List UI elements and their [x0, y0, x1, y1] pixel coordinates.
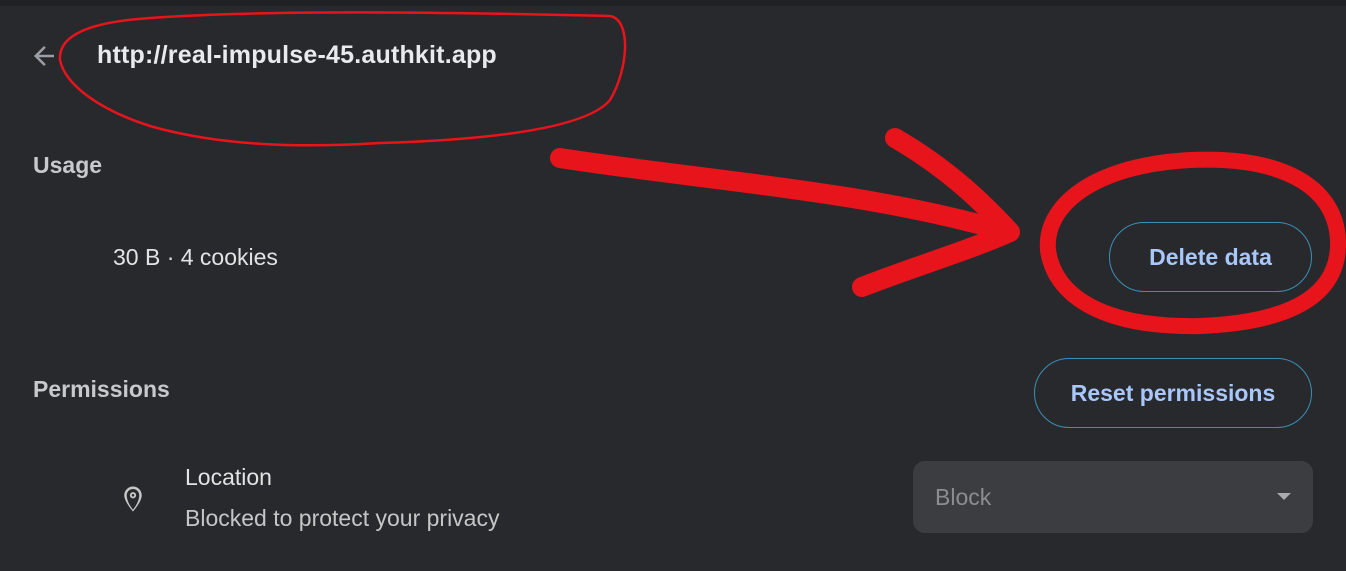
usage-heading: Usage — [33, 152, 103, 178]
permission-row-location: Location Blocked to protect your privacy… — [0, 455, 1346, 555]
back-button[interactable] — [26, 38, 62, 74]
permission-label: Location — [185, 464, 272, 490]
location-permission-select[interactable]: Block — [913, 461, 1313, 533]
delete-data-button[interactable]: Delete data — [1109, 222, 1312, 292]
chevron-down-icon — [1277, 493, 1291, 500]
site-url-title: http://real-impulse-45.authkit.app — [97, 41, 497, 69]
top-strip — [0, 0, 1346, 6]
permission-sublabel: Blocked to protect your privacy — [185, 505, 500, 531]
annotation-arrow — [550, 128, 1020, 297]
location-pin-icon — [124, 486, 142, 512]
annotation-ellipse-title — [58, 11, 627, 147]
permissions-heading: Permissions — [33, 376, 170, 402]
arrow-left-icon — [34, 46, 54, 66]
usage-summary: 30 B · 4 cookies — [113, 244, 278, 270]
select-value: Block — [935, 483, 992, 510]
site-settings-page: http://real-impulse-45.authkit.app Usage… — [0, 0, 1346, 571]
reset-permissions-button[interactable]: Reset permissions — [1034, 358, 1312, 428]
